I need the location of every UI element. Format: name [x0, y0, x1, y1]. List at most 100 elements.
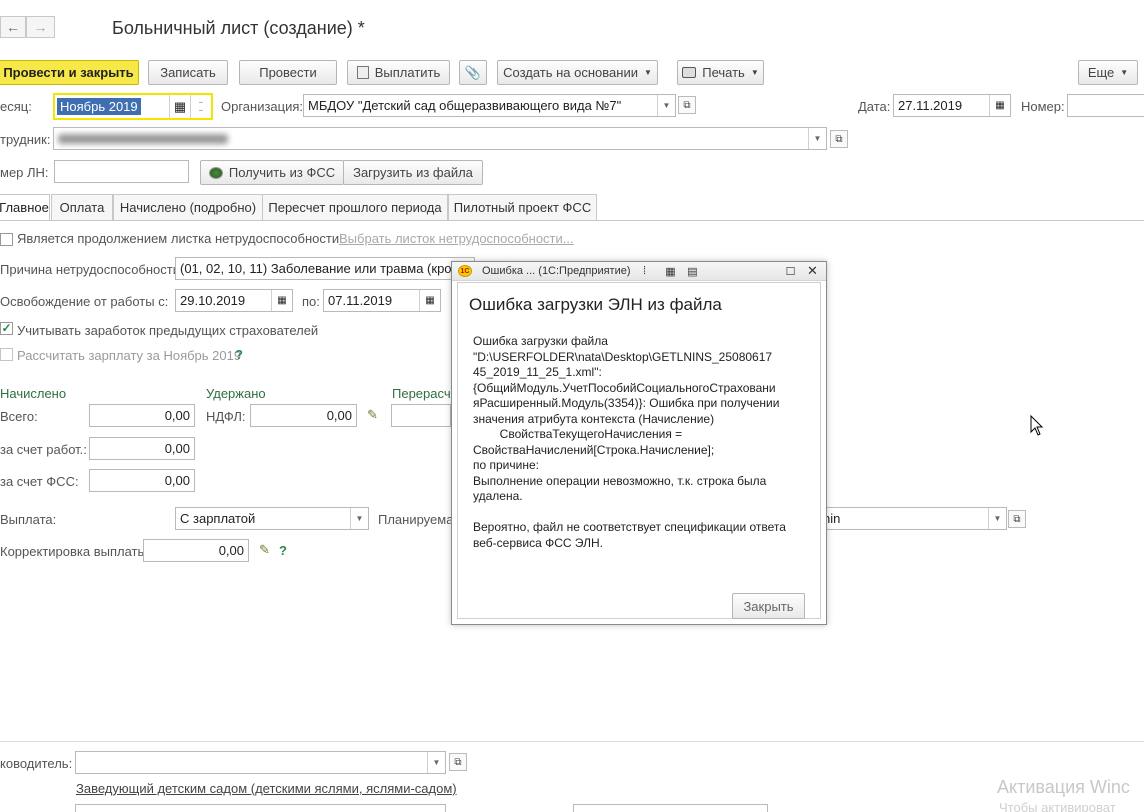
planned-field[interactable]: nin ▼	[818, 507, 1007, 530]
save-label: Записать	[160, 65, 216, 80]
number-field[interactable]	[1067, 94, 1144, 117]
create-based-on-button[interactable]: Создать на основании ▼	[497, 60, 658, 85]
tab-payment[interactable]: Оплата	[51, 194, 113, 221]
dropdown-caret-icon[interactable]: ▼	[350, 508, 368, 529]
dialog-message-line: Вероятно, файл не соответствует специфик…	[473, 520, 786, 534]
open-employee-icon[interactable]: ⧉	[830, 130, 848, 148]
maximize-icon[interactable]: ☐	[780, 262, 801, 280]
footer-divider	[0, 741, 1144, 742]
month-field[interactable]: Ноябрь 2019 ▦ – –	[53, 93, 213, 120]
dialog-message-line: удалена.	[473, 489, 523, 503]
nav-forward-button[interactable]: →	[26, 16, 55, 38]
continuation-label: Является продолжением листка нетрудоспос…	[17, 231, 343, 246]
correction-label: Корректировка выплаты:	[0, 544, 151, 559]
ndfl-value: 0,00	[326, 408, 352, 423]
calculator-icon[interactable]: ▦	[660, 262, 681, 280]
date-field[interactable]: 27.11.2019 ▦	[893, 94, 1011, 117]
print-button[interactable]: Печать ▼	[677, 60, 764, 85]
activation-watermark-subtitle: Чтобы активироват	[999, 800, 1116, 812]
activation-watermark-title: Активация Winc	[997, 777, 1130, 797]
total-field[interactable]: 0,00	[89, 404, 195, 427]
prev-insurers-label: Учитывать заработок предыдущих страховат…	[17, 323, 319, 338]
arrow-right-icon: →	[33, 19, 48, 35]
dialog-message-line: веб-сервиса ФСС ЭЛН.	[473, 535, 603, 550]
calc-salary-checkbox[interactable]	[0, 348, 13, 361]
fss-value: 0,00	[164, 473, 190, 488]
dialog-heading: Ошибка загрузки ЭЛН из файла	[469, 295, 722, 314]
prev-insurers-checkbox[interactable]: ✓	[0, 322, 13, 335]
open-manager-icon[interactable]: ⧉	[449, 753, 467, 771]
employer-field[interactable]: 0,00	[89, 437, 195, 460]
tab-fss-pilot[interactable]: Пилотный проект ФСС	[448, 194, 597, 221]
payment-field[interactable]: С зарплатой ▼	[175, 507, 369, 530]
dialog-menu-icon[interactable]: ⁞	[634, 262, 655, 280]
calendar-icon[interactable]: ▦	[169, 95, 190, 118]
pay-button[interactable]: Выплатить	[347, 60, 450, 85]
dialog-titlebar[interactable]: 1С Ошибка ... (1С:Предприятие) ⁞ ▦ ▤ ☐ ✕	[452, 262, 826, 281]
open-org-icon[interactable]: ⧉	[678, 96, 696, 114]
tab-main[interactable]: Главное	[0, 194, 50, 221]
bottom-field-left[interactable]	[75, 804, 446, 812]
ndfl-field[interactable]: 0,00	[250, 404, 357, 427]
open-planned-icon[interactable]: ⧉	[1008, 510, 1026, 528]
dialog-close-button[interactable]: Закрыть	[732, 593, 805, 619]
bottom-field-right[interactable]	[573, 804, 768, 812]
window-title: Больничный лист (создание) *	[112, 18, 365, 38]
post-button[interactable]: Провести	[239, 60, 337, 85]
document-icon	[356, 66, 369, 79]
dropdown-caret-icon[interactable]: ▼	[988, 508, 1006, 529]
nav-back-button[interactable]: ←	[0, 16, 26, 38]
dropdown-caret-icon[interactable]: ▼	[427, 752, 445, 773]
ln-number-label: мер ЛН:	[0, 165, 49, 180]
tab-recalc-previous[interactable]: Пересчет прошлого периода	[262, 194, 448, 221]
fss-logo-icon	[208, 166, 223, 179]
edit-pencil-icon[interactable]: ✎	[367, 407, 378, 423]
fss-field[interactable]: 0,00	[89, 469, 195, 492]
stepper-icon[interactable]: – –	[190, 95, 211, 118]
withheld-title: Удержано	[206, 386, 266, 401]
save-button[interactable]: Записать	[148, 60, 228, 85]
dialog-message-line: Выполнение операции невозможно, т.к. стр…	[473, 473, 767, 488]
dialog-message-line: СвойстваТекущегоНачисления =	[473, 427, 683, 441]
tab-main-label: Главное	[0, 200, 49, 215]
attach-button[interactable]: 📎	[459, 60, 487, 85]
calendar-icon[interactable]: ▦	[271, 290, 292, 311]
release-to-field[interactable]: 07.11.2019 ▦	[323, 289, 441, 312]
load-from-file-button[interactable]: Загрузить из файла	[343, 160, 483, 185]
tabs-bottom-line	[0, 220, 1144, 221]
tab-accrued-detailed[interactable]: Начислено (подробно)	[113, 194, 263, 221]
manager-field[interactable]: ▼	[75, 751, 446, 774]
employee-field[interactable]: ▼	[53, 127, 827, 150]
continuation-checkbox[interactable]	[0, 233, 13, 246]
reason-field[interactable]: (01, 02, 10, 11) Заболевание или травма …	[175, 257, 475, 280]
edit-pencil-icon[interactable]: ✎	[259, 542, 270, 558]
org-field[interactable]: МБДОУ "Детский сад общеразвивающего вида…	[303, 94, 676, 117]
dialog-body: Ошибка загрузки ЭЛН из файла Ошибка загр…	[457, 282, 821, 619]
dropdown-caret-icon[interactable]: ▼	[808, 128, 826, 149]
correction-help-icon[interactable]: ?	[279, 543, 287, 558]
get-from-fss-button[interactable]: Получить из ФСС	[200, 160, 344, 185]
calendar-icon[interactable]: ▦	[989, 95, 1010, 116]
calc-salary-help-icon[interactable]: ?	[235, 347, 243, 362]
close-icon[interactable]: ✕	[802, 262, 823, 280]
calendar-icon[interactable]: ▦	[419, 290, 440, 311]
correction-field[interactable]: 0,00	[143, 539, 249, 562]
post-label: Провести	[259, 65, 317, 80]
dialog-message-line: СвойстваНачислений[Строка.Начисление];	[473, 442, 715, 457]
more-button[interactable]: Еще ▼	[1078, 60, 1138, 85]
ndfl-label: НДФЛ:	[206, 409, 246, 424]
recalc-field[interactable]	[391, 404, 451, 427]
reason-label: Причина нетрудоспособности:	[0, 262, 184, 277]
dropdown-caret-icon[interactable]: ▼	[657, 95, 675, 116]
manager-position-link[interactable]: Заведующий детским садом (детскими яслям…	[76, 781, 457, 796]
calendar-icon[interactable]: ▤	[682, 262, 703, 280]
ln-number-field[interactable]	[54, 160, 189, 183]
print-label: Печать	[702, 65, 745, 80]
release-from-field[interactable]: 29.10.2019 ▦	[175, 289, 293, 312]
select-sick-leave-link[interactable]: Выбрать листок нетрудоспособности...	[339, 231, 574, 246]
month-value: Ноябрь 2019	[57, 98, 141, 115]
load-from-file-label: Загрузить из файла	[353, 165, 473, 180]
create-based-on-label: Создать на основании	[503, 65, 638, 80]
post-and-close-button[interactable]: Провести и закрыть	[0, 60, 139, 85]
date-label: Дата:	[858, 99, 891, 114]
